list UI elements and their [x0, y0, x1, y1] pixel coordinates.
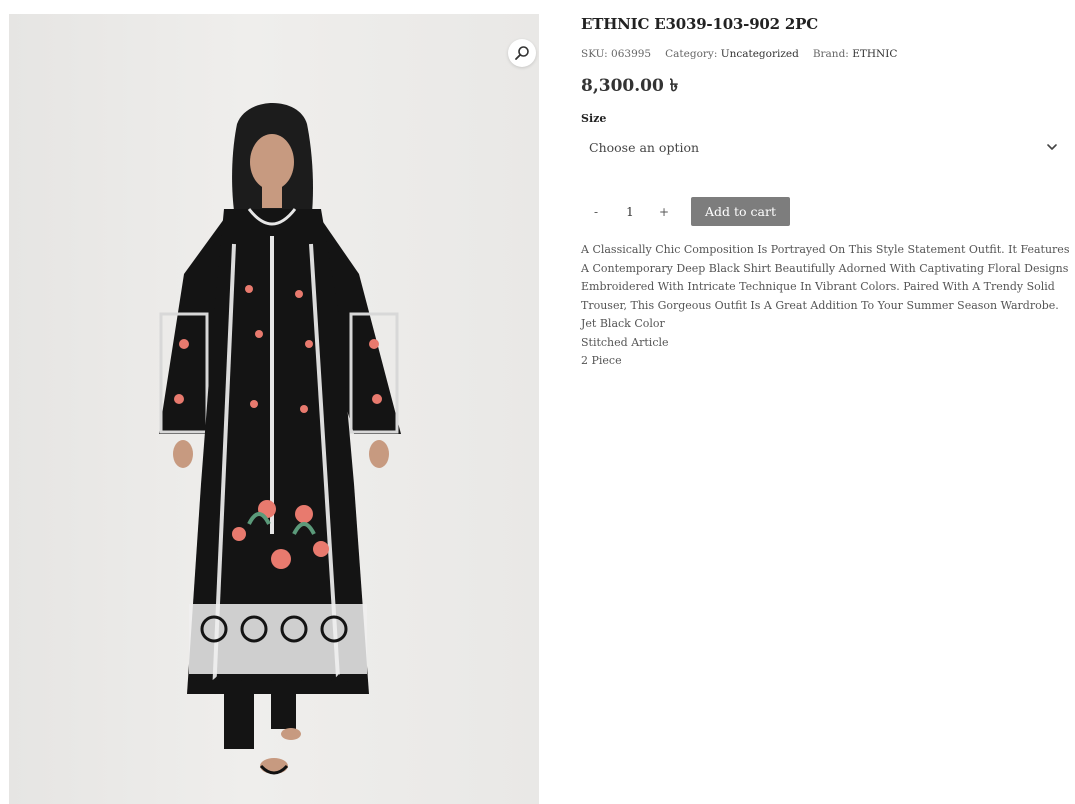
magnifier-icon	[515, 46, 529, 60]
size-select-value: Choose an option	[589, 139, 700, 155]
product-meta: SKU: 063995 Category: Uncategorized Bran…	[581, 48, 1066, 60]
brand-meta: Brand: ETHNIC	[813, 48, 898, 60]
detail-item: 2 Piece	[581, 354, 622, 367]
size-label: Size	[581, 112, 607, 125]
product-summary: ETHNIC E3039-103-902 2PC SKU: 063995 Cat…	[581, 14, 1069, 367]
add-to-cart-form: - + Add to cart	[581, 197, 790, 226]
quantity-decrease-button[interactable]: -	[581, 205, 611, 219]
quantity-input[interactable]	[611, 203, 649, 220]
chevron-down-icon	[1047, 144, 1057, 150]
zoom-button[interactable]	[508, 39, 536, 67]
product-title: ETHNIC E3039-103-902 2PC	[581, 15, 818, 33]
quantity-increase-button[interactable]: +	[649, 205, 679, 219]
brand-link[interactable]: ETHNIC	[852, 48, 897, 60]
sku-label: SKU:	[581, 48, 608, 60]
sku-value: 063995	[611, 48, 652, 60]
add-to-cart-button[interactable]: Add to cart	[691, 197, 790, 226]
product-price: 8,300.00 ৳	[581, 76, 679, 96]
product-image-gallery[interactable]	[9, 14, 539, 804]
detail-item: Stitched Article	[581, 335, 669, 349]
description-text: A Classically Chic Composition Is Portra…	[581, 243, 1070, 312]
quantity-stepper: - +	[581, 203, 681, 220]
brand-label: Brand:	[812, 48, 849, 60]
category-label: Category:	[665, 48, 718, 60]
sku-meta: SKU: 063995	[581, 48, 651, 60]
product-description: A Classically Chic Composition Is Portra…	[581, 241, 1071, 371]
category-meta: Category: Uncategorized	[665, 48, 799, 60]
product-photo	[159, 103, 401, 775]
size-select[interactable]: Choose an option	[581, 135, 1066, 159]
detail-item: Jet Black Color	[581, 317, 665, 330]
category-link[interactable]: Uncategorized	[721, 48, 799, 60]
